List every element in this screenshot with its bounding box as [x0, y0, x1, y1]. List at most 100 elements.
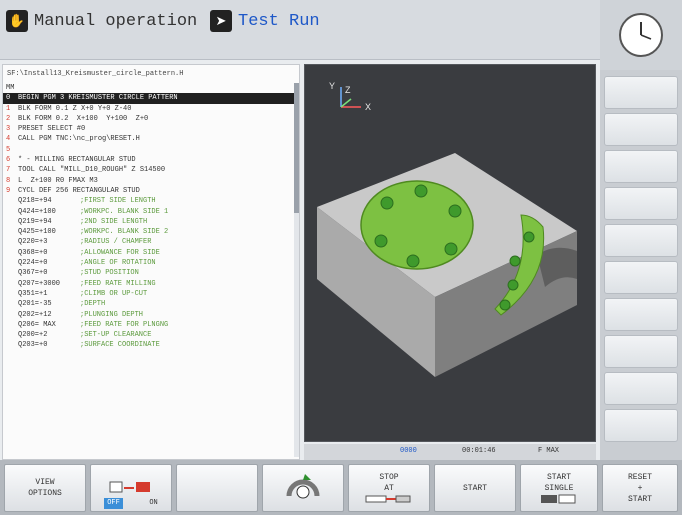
hole-mark	[444, 242, 458, 256]
hole-mark	[374, 234, 388, 248]
param-value: Q367=+0	[18, 269, 48, 278]
program-param-line[interactable]: Q220=+3 ;RADIUS / CHAMFER	[3, 237, 299, 247]
hole-mark	[414, 184, 428, 198]
param-value: Q207=+3000	[18, 279, 61, 288]
start-softkey[interactable]: START	[434, 464, 516, 512]
start-single-softkey[interactable]: START SINGLE	[520, 464, 598, 512]
status-block-count: 0000	[400, 447, 417, 455]
reset-start-softkey[interactable]: RESET + START	[602, 464, 678, 512]
side-softkey-9[interactable]	[604, 372, 678, 405]
side-softkey-5[interactable]	[604, 224, 678, 257]
program-line[interactable]: 4 CALL PGM TNC:\nc_prog\RESET.H	[3, 134, 299, 144]
program-line[interactable]: 8 L Z+100 R0 FMAX M3	[3, 176, 299, 186]
view-options-softkey[interactable]: VIEW OPTIONS	[4, 464, 86, 512]
program-scrollbar[interactable]	[294, 83, 299, 457]
program-param-line[interactable]: Q367=+0 ;STUD POSITION	[3, 268, 299, 278]
program-panel[interactable]: SF:\Install13_Kreismuster_circle_pattern…	[2, 64, 300, 460]
program-scroll-thumb[interactable]	[294, 83, 299, 213]
clock-icon	[619, 13, 663, 57]
start-single-label-1: START	[546, 473, 571, 482]
line-number: 7	[6, 166, 11, 175]
mode-secondary-label: Test Run	[238, 11, 320, 31]
hand-icon: ✋	[6, 10, 28, 32]
param-comment: ;WORKPC. BLANK SIDE 1	[80, 207, 169, 216]
status-time: 00:01:46	[462, 447, 496, 455]
speed-dial-softkey[interactable]	[262, 464, 344, 512]
program-line[interactable]: 9 CYCL DEF 256 RECTANGULAR STUD	[3, 186, 299, 196]
simulation-view[interactable]: Y Z X	[304, 64, 596, 442]
hole-mark	[406, 254, 420, 268]
side-softkey-7[interactable]	[604, 298, 678, 331]
side-softkey-6[interactable]	[604, 261, 678, 294]
program-param-line[interactable]: Q219=+94 ;2ND SIDE LENGTH	[3, 217, 299, 227]
empty-softkey-1[interactable]	[176, 464, 258, 512]
play-arrow-icon: ➤	[210, 10, 232, 32]
param-value: Q224=+0	[18, 259, 48, 268]
tool-toggle-softkey[interactable]: OFF ON	[90, 464, 172, 512]
param-comment: ;WORKPC. BLANK SIDE 2	[80, 228, 169, 237]
program-param-line[interactable]: Q224=+0 ;ANGLE OF ROTATION	[3, 258, 299, 268]
side-softkey-4[interactable]	[604, 187, 678, 220]
line-code: TOOL CALL "MILL_D10_ROUGH" Z S14500	[18, 166, 166, 175]
program-param-line[interactable]: Q200=+2 ;SET-UP CLEARANCE	[3, 330, 299, 340]
hole-mark	[523, 231, 535, 243]
program-line[interactable]: 7 TOOL CALL "MILL_D10_ROUGH" Z S14500	[3, 165, 299, 175]
program-line[interactable]: 5	[3, 145, 299, 155]
side-softkey-8[interactable]	[604, 335, 678, 368]
program-line[interactable]: 3 PRESET SELECT #0	[3, 124, 299, 134]
program-param-line[interactable]: Q201=-35 ;DEPTH	[3, 299, 299, 309]
param-comment: ;DEPTH	[80, 300, 106, 309]
simulation-status-bar: 0000 00:01:46 F MAX	[304, 444, 596, 460]
line-number: 1	[6, 104, 11, 113]
mode-manual-operation[interactable]: ✋ Manual operation	[6, 8, 197, 34]
param-value: Q202=+12	[18, 310, 52, 319]
program-lines: MM 0 BEGIN PGM 3 KREISMUSTER CIRCLE PATTER…	[3, 83, 299, 351]
program-param-line[interactable]: Q425=+100 ;WORKPC. BLANK SIDE 2	[3, 227, 299, 237]
program-line[interactable]: 6 * - MILLING RECTANGULAR STUD	[3, 155, 299, 165]
param-value: Q368=+0	[18, 248, 48, 257]
side-softkey-2[interactable]	[604, 113, 678, 146]
param-comment: ;ALLOWANCE FOR SIDE	[80, 248, 160, 257]
line-number: 2	[6, 114, 11, 123]
program-line[interactable]: 2 BLK FORM 0.2 X+100 Y+100 Z+0	[3, 114, 299, 124]
program-param-line[interactable]: Q351=+1 ;CLIMB OR UP-CUT	[3, 289, 299, 299]
single-block-icon	[541, 494, 576, 504]
param-value: Q351=+1	[18, 289, 48, 298]
program-param-line[interactable]: Q424=+100 ;WORKPC. BLANK SIDE 1	[3, 207, 299, 217]
side-softkey-1[interactable]	[604, 76, 678, 109]
program-line[interactable]: 1 BLK FORM 0.1 Z X+0 Y+0 Z-40	[3, 104, 299, 114]
param-value: Q219=+94	[18, 217, 52, 226]
line-code: BLK FORM 0.1 Z X+0 Y+0 Z-40	[18, 104, 132, 113]
tool-path-icon	[109, 481, 150, 493]
program-param-line[interactable]: Q202=+12 ;PLUNGING DEPTH	[3, 310, 299, 320]
param-comment: ;RADIUS / CHAMFER	[80, 238, 152, 247]
hole-mark	[448, 204, 462, 218]
line-code: BLK FORM 0.2 X+100 Y+100 Z+0	[18, 114, 149, 123]
program-param-line[interactable]: Q207=+3000 ;FEED RATE MILLING	[3, 279, 299, 289]
mode-test-run[interactable]: ➤ Test Run	[210, 8, 320, 34]
reset-start-label-3: START	[627, 494, 652, 504]
stop-at-softkey[interactable]: STOP AT	[348, 464, 430, 512]
line-code: * - MILLING RECTANGULAR STUD	[18, 156, 136, 165]
program-param-line[interactable]: Q368=+0 ;ALLOWANCE FOR SIDE	[3, 248, 299, 258]
start-single-label-2: SINGLE	[544, 484, 574, 493]
mode-primary-label: Manual operation	[34, 11, 198, 31]
program-param-line[interactable]: Q206= MAX ;FEED RATE FOR PLNGNG	[3, 320, 299, 330]
param-comment: ;STUD POSITION	[80, 269, 139, 278]
vertical-softkey-bar	[600, 0, 682, 460]
side-softkey-3[interactable]	[604, 150, 678, 183]
program-param-line[interactable]: Q218=+94 ;FIRST SIDE LENGTH	[3, 196, 299, 206]
program-line[interactable]: 0 BEGIN PGM 3 KREISMUSTER CIRCLE PATTERN	[3, 93, 299, 104]
stop-at-label-1: STOP	[379, 473, 399, 482]
line-code: PRESET SELECT #0	[18, 125, 86, 134]
line-number: 4	[6, 135, 11, 144]
stop-at-label-2: AT	[384, 484, 394, 493]
param-value: Q203=+0	[18, 341, 48, 350]
side-softkey-10[interactable]	[604, 409, 678, 442]
program-param-line[interactable]: Q203=+0 ;SURFACE COORDINATE	[3, 340, 299, 350]
param-value: Q220=+3	[18, 238, 48, 247]
program-unit-line[interactable]: MM	[3, 83, 299, 93]
